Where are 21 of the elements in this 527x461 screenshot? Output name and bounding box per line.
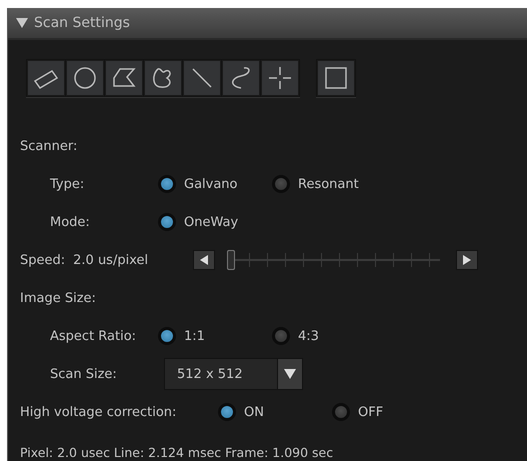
field-label: Scan Size: bbox=[50, 366, 118, 382]
field-label: Mode: bbox=[50, 214, 91, 230]
field-label: Aspect Ratio: bbox=[50, 328, 138, 344]
option-label: 4:3 bbox=[298, 328, 319, 344]
timing-info: Pixel: 2.0 usec Line: 2.124 msec Frame: 1.090 sec bbox=[20, 445, 334, 460]
option-label: OneWay bbox=[184, 214, 238, 230]
dropdown-value: 512 x 512 bbox=[165, 359, 277, 389]
option-label: ON bbox=[244, 404, 264, 420]
scan-size-dropdown[interactable]: 512 x 512 bbox=[164, 358, 303, 390]
option-label: Galvano bbox=[184, 176, 238, 192]
field-label: Speed: bbox=[20, 252, 66, 268]
panel-header[interactable]: Scan Settings bbox=[8, 8, 527, 40]
option-label: OFF bbox=[358, 404, 384, 420]
option-label: Resonant bbox=[298, 176, 359, 192]
option-label: 1:1 bbox=[184, 328, 205, 344]
speed-value: 2.0 us/pixel bbox=[73, 252, 150, 268]
section-label: Image Size: bbox=[20, 290, 96, 306]
field-label: Type: bbox=[50, 176, 86, 192]
panel-title: Scan Settings bbox=[34, 15, 130, 31]
field-label: High voltage correction: bbox=[20, 404, 178, 420]
section-label: Scanner: bbox=[20, 138, 78, 154]
